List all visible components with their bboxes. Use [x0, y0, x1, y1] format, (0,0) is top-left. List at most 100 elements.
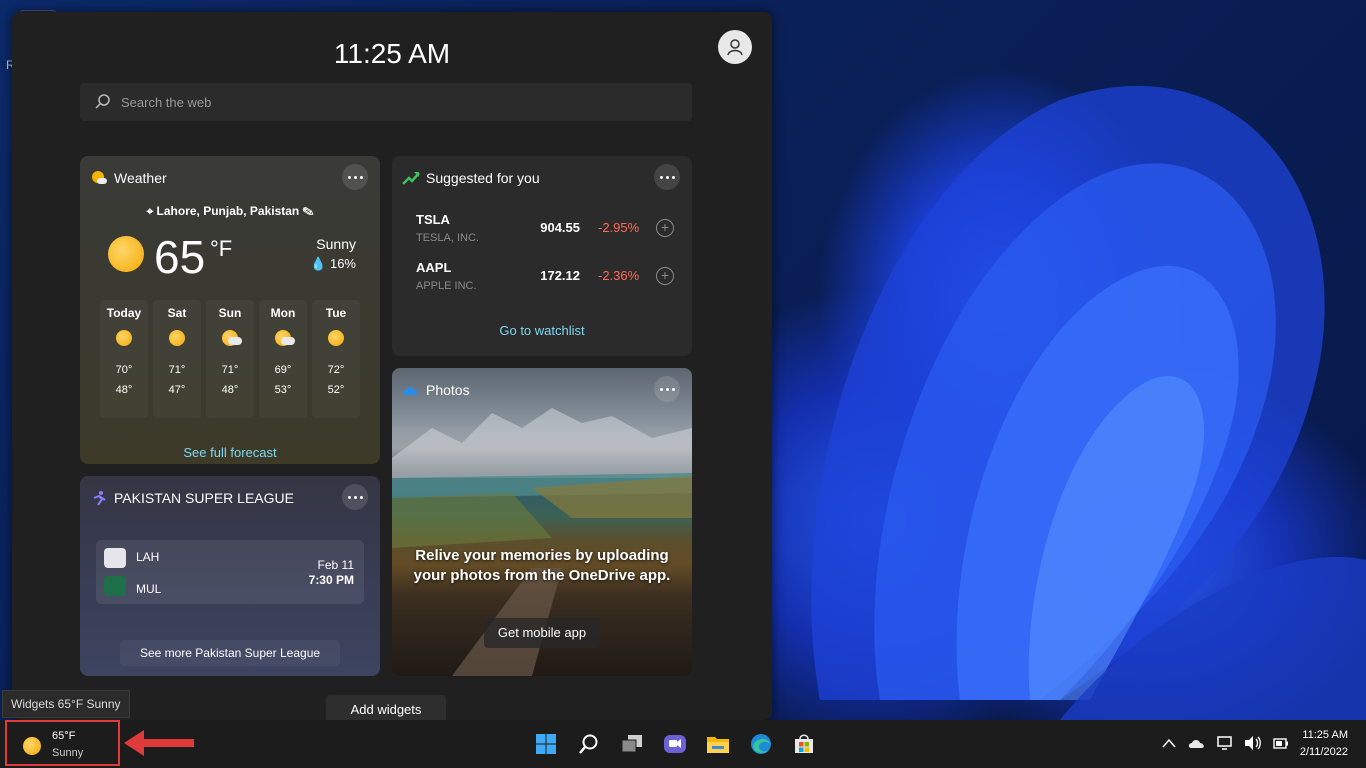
photos-message: Relive your memories by uploading your p… [413, 547, 671, 584]
sun-icon [116, 330, 132, 346]
show-hidden-icons-button[interactable] [1160, 734, 1178, 752]
search-bar[interactable]: Search the web [80, 83, 692, 121]
team-name: MUL [136, 582, 162, 596]
stock-ticker: AAPL [416, 260, 452, 275]
forecast-day-name: Mon [270, 306, 296, 320]
forecast-high: 72° [327, 364, 345, 376]
edge-button[interactable] [745, 728, 777, 760]
forecast-day-name: Sat [167, 306, 187, 320]
edit-location-icon[interactable]: ✎ [299, 204, 314, 218]
widgets-panel: 11:25 AM Search the web Weather ⌖ Lahore… [12, 12, 772, 720]
taskbar-temperature: 65°F [52, 730, 76, 742]
forecast-low: 47° [168, 384, 186, 396]
partly-cloudy-icon [275, 330, 295, 346]
start-button[interactable] [530, 728, 562, 760]
sun-icon [108, 236, 144, 272]
forecast-day[interactable]: Today 70° 48° [100, 300, 148, 418]
task-view-icon [621, 735, 642, 753]
user-icon [727, 39, 743, 56]
widgets-clock: 11:25 AM [333, 38, 451, 69]
trending-up-icon [402, 172, 420, 185]
photos-title: Photos [426, 382, 470, 398]
match-card[interactable]: LAH MUL Feb 11 7:30 PM [96, 540, 364, 604]
bloom-swirl [811, 85, 1366, 720]
taskbar-search-button[interactable] [573, 728, 605, 760]
chevron-up-icon [1162, 738, 1176, 748]
taskbar-date[interactable]: 2/11/2022 [1300, 746, 1348, 758]
see-full-forecast-link[interactable]: See full forecast [80, 445, 380, 460]
match-time: 7:30 PM [308, 573, 354, 587]
lahore-logo-icon [104, 548, 126, 568]
widgets-tooltip: Widgets 65°F Sunny [2, 690, 130, 718]
file-explorer-button[interactable] [702, 728, 734, 760]
temperature-unit[interactable]: °F [210, 236, 232, 262]
photos-card[interactable]: Photos Relive your memories by uploading… [392, 368, 692, 676]
psl-card[interactable]: PAKISTAN SUPER LEAGUE LAH MUL Feb 11 7:3… [80, 476, 380, 676]
multan-logo-icon [104, 576, 126, 596]
cloud-icon [1188, 740, 1204, 748]
chat-icon [664, 735, 686, 753]
battery-icon [1273, 738, 1288, 749]
search-icon [579, 734, 598, 754]
battery-tray-button[interactable] [1272, 734, 1290, 752]
weather-location[interactable]: ⌖ Lahore, Punjab, Pakistan ✎ [80, 204, 380, 219]
weather-card[interactable]: Weather ⌖ Lahore, Punjab, Pakistan ✎ 65 … [80, 156, 380, 464]
edge-icon [751, 734, 771, 754]
volume-tray-button[interactable] [1244, 734, 1262, 752]
stock-change: -2.95% [598, 220, 640, 235]
taskbar: 65°F Sunny 11:25 AM 2/11/2022 [0, 720, 1366, 768]
photos-more-button[interactable] [654, 376, 680, 402]
stocks-more-button[interactable] [654, 164, 680, 190]
stocks-title: Suggested for you [426, 170, 540, 186]
onedrive-tray-button[interactable] [1188, 734, 1206, 752]
search-icon [95, 94, 110, 109]
network-tray-button[interactable] [1216, 734, 1234, 752]
profile-button[interactable] [718, 30, 752, 64]
match-date: Feb 11 [317, 558, 354, 572]
add-widgets-button[interactable]: Add widgets [326, 695, 446, 720]
stocks-card[interactable]: Suggested for you TSLA TESLA, INC. 904.5… [392, 156, 692, 356]
current-condition: Sunny [316, 236, 356, 252]
chat-button[interactable] [659, 728, 691, 760]
task-view-button[interactable] [616, 728, 648, 760]
weather-more-button[interactable] [342, 164, 368, 190]
psl-title: PAKISTAN SUPER LEAGUE [114, 490, 294, 506]
stock-price: 904.55 [540, 220, 580, 235]
add-to-watchlist-icon[interactable]: + [656, 219, 674, 237]
forecast-day[interactable]: Sun 71° 48° [206, 300, 254, 418]
stock-row[interactable]: TSLA TESLA, INC. 904.55 -2.95% + [416, 212, 678, 252]
team-name: LAH [136, 550, 160, 564]
precipitation-value: 16% [329, 256, 356, 271]
store-icon [795, 734, 813, 753]
get-mobile-app-button[interactable]: Get mobile app [484, 618, 600, 648]
psl-more-button[interactable] [342, 484, 368, 510]
forecast-high: 71° [168, 364, 186, 376]
store-button[interactable] [788, 728, 820, 760]
weather-location-text: Lahore, Punjab, Pakistan [156, 204, 300, 218]
onedrive-icon [402, 387, 418, 395]
network-icon [1217, 736, 1232, 750]
go-to-watchlist-link[interactable]: Go to watchlist [392, 323, 692, 338]
taskbar-condition: Sunny [52, 747, 84, 759]
stock-row[interactable]: AAPL APPLE INC. 172.12 -2.36% + [416, 260, 678, 300]
precipitation: 💧 16% [310, 256, 356, 272]
forecast-low: 48° [115, 384, 133, 396]
sun-icon [169, 330, 185, 346]
see-more-psl-link[interactable]: See more Pakistan Super League [120, 640, 340, 666]
search-placeholder: Search the web [121, 94, 212, 110]
location-pin-icon: ⌖ [146, 204, 157, 218]
taskbar-clock[interactable]: 11:25 AM [1302, 729, 1348, 741]
forecast-day-name: Sun [218, 306, 242, 320]
taskbar-apps [530, 728, 820, 760]
forecast-low: 52° [327, 384, 345, 396]
forecast-day[interactable]: Tue 72° 52° [312, 300, 360, 418]
forecast-day[interactable]: Mon 69° 53° [259, 300, 307, 418]
forecast-low: 53° [274, 384, 292, 396]
add-to-watchlist-icon[interactable]: + [656, 267, 674, 285]
volume-icon [1245, 736, 1261, 750]
stock-company: APPLE INC. [416, 280, 477, 292]
forecast-day[interactable]: Sat 71° 47° [153, 300, 201, 418]
taskbar-weather-widget[interactable]: 65°F Sunny [5, 720, 120, 766]
weather-title: Weather [114, 170, 167, 186]
stock-company: TESLA, INC. [416, 232, 479, 244]
